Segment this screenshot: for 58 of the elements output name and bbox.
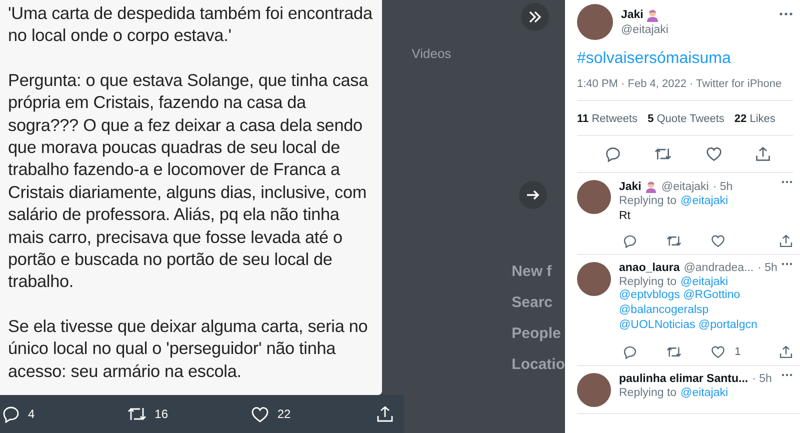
action-count: 4 <box>28 407 35 421</box>
avatar <box>577 4 613 40</box>
user-handle[interactable]: @eitajaki <box>661 180 709 192</box>
faded-text: Locatio <box>512 356 565 373</box>
expand-icon[interactable] <box>520 3 549 31</box>
arrow-right-icon[interactable] <box>518 181 547 209</box>
avatar <box>577 180 611 214</box>
retweet-icon[interactable] <box>654 146 672 162</box>
heart-icon[interactable] <box>710 234 725 248</box>
mention-link[interactable]: @eitajaki <box>680 195 728 207</box>
mention-link[interactable]: @eitajaki <box>680 387 728 399</box>
faded-text: People <box>512 325 561 342</box>
mention-links[interactable]: @eptvblogs @RGottino @balancogeralsp @UOLNoticias @portalgcn <box>619 288 794 333</box>
more-icon[interactable] <box>781 373 794 377</box>
tweet-paragraph: Se ela tivesse que deixar alguma carta, seria no único local no qual o 'perseguidor' não tinha acesso: seu armário na escola. <box>8 314 369 382</box>
reply-text: Rt <box>619 210 632 222</box>
action-count: 22 <box>277 407 291 421</box>
tweet-timestamp: 1:40 PM · Feb 4, 2022 · Twitter for iPhone <box>577 78 794 101</box>
tweet-paragraph: Pergunta: o que estava Solange, que tinha casa própria em Cristais, fazendo na casa da sogra??? O que a fez deixar a casa dela sendo que morava poucas quadras de seu local de trabalho fazendo-a e locomover de Franca a Cristais diariamente, alguns dias, inclusive, com salário de professora. Aliás, pq ela não tinha mais carro, precisava que fosse levada até o portão e buscada no portão de seu local de trabalho. <box>8 68 370 293</box>
reply-time: · 5h <box>752 373 772 385</box>
hashtag-link[interactable]: #solvaisersómaisuma <box>577 50 794 68</box>
action-count: 16 <box>154 407 168 421</box>
more-icon[interactable] <box>781 262 794 266</box>
reply-icon[interactable] <box>623 234 637 248</box>
videos-label: Videos <box>412 46 452 61</box>
retweet-icon[interactable] <box>666 345 682 359</box>
share-icon[interactable] <box>755 146 772 162</box>
user-name[interactable]: Jaki <box>619 180 642 192</box>
replying-label: Replying to <box>619 276 677 288</box>
stat-link[interactable]: 5 Quote Tweets <box>648 113 724 125</box>
share-icon[interactable] <box>779 234 794 248</box>
like-count: 1 <box>734 346 741 358</box>
stat-link[interactable]: 11 Retweets <box>577 113 638 125</box>
more-icon[interactable] <box>781 180 794 184</box>
stat-link[interactable]: 22 Likes <box>734 113 776 125</box>
reply-time: · 5h <box>758 262 778 274</box>
heart-icon[interactable] <box>706 146 722 162</box>
faded-text: New f <box>512 263 552 280</box>
user-name[interactable]: Jaki <box>621 9 644 21</box>
avatar <box>577 373 611 407</box>
mention-link[interactable]: @eitajaki <box>680 276 728 288</box>
more-icon[interactable] <box>779 12 794 16</box>
heart-icon[interactable] <box>710 345 725 359</box>
tweet-paragraph: 'Uma carta de despedida também foi encontrada no local onde o corpo estava.' <box>8 2 374 47</box>
retweet-icon[interactable] <box>666 234 682 248</box>
user-name[interactable]: paulinha elimar Santu... <box>619 373 748 385</box>
reply-icon[interactable] <box>623 345 637 359</box>
user-name[interactable]: anao_laura <box>619 262 680 274</box>
faded-text: Searc <box>512 294 553 311</box>
retweet-icon[interactable] <box>126 405 147 423</box>
reply-time: · 5h <box>712 180 733 192</box>
user-handle[interactable]: @andradea... <box>684 262 754 274</box>
user-handle[interactable]: @eitajaki <box>621 24 772 36</box>
replying-label: Replying to <box>619 387 677 399</box>
share-icon[interactable] <box>779 345 794 359</box>
reply-icon[interactable] <box>605 146 621 162</box>
avatar <box>577 262 611 296</box>
replying-label: Replying to <box>619 195 677 207</box>
